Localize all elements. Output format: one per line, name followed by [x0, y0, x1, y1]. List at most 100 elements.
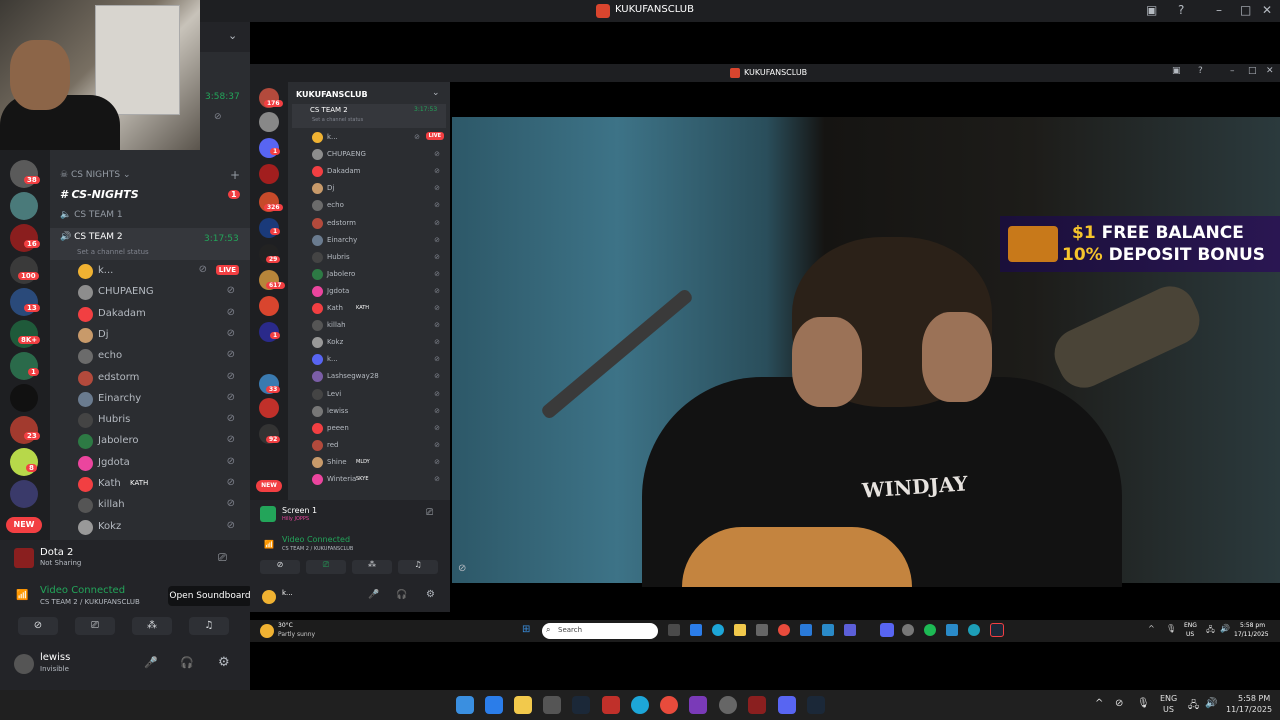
mic-icon[interactable]: 🎙	[1137, 698, 1150, 709]
voice-member[interactable]: CHUPAENG ⊘	[78, 283, 243, 303]
copilot-icon[interactable]	[690, 624, 702, 636]
store-icon[interactable]	[756, 624, 768, 636]
avatar[interactable]	[312, 405, 323, 417]
voice-member[interactable]: Einarchy ⊘	[312, 233, 446, 250]
avatar[interactable]	[78, 519, 93, 535]
voice-member[interactable]: echo ⊘	[78, 347, 243, 367]
edge-icon[interactable]	[631, 696, 649, 714]
voice-member[interactable]: Kath KATH ⊘	[312, 301, 446, 318]
maximize-icon[interactable]: □	[1248, 66, 1257, 76]
avatar[interactable]	[312, 388, 323, 400]
tray-time[interactable]: 5:58 pm	[1240, 622, 1265, 629]
volume-icon[interactable]: 🔊	[1220, 624, 1230, 633]
server-icon[interactable]	[259, 398, 279, 418]
chrome-icon[interactable]	[660, 696, 678, 714]
mic-icon[interactable]: 🎙	[1166, 624, 1176, 633]
avatar[interactable]	[312, 337, 323, 349]
avatar[interactable]	[78, 285, 93, 301]
voice-member[interactable]: Jgdota ⊘	[78, 454, 243, 474]
server-icon[interactable]	[10, 192, 38, 220]
app-icon[interactable]	[822, 624, 834, 636]
avatar[interactable]	[312, 268, 323, 280]
chevron-up-icon[interactable]: ^	[1095, 698, 1103, 709]
steam-icon[interactable]	[807, 696, 825, 714]
channel-status[interactable]: Set a channel status	[77, 248, 149, 256]
voice-member[interactable]: Einarchy ⊘	[78, 390, 243, 410]
tray-region[interactable]: US	[1186, 631, 1194, 638]
avatar[interactable]	[78, 455, 93, 471]
avatar[interactable]	[78, 264, 93, 279]
avatar[interactable]	[312, 303, 323, 314]
avatar[interactable]	[312, 285, 323, 297]
avatar[interactable]	[78, 413, 93, 429]
app-icon[interactable]	[719, 696, 737, 714]
app-icon[interactable]	[689, 696, 707, 714]
mute-icon[interactable]: ⊘	[458, 563, 466, 574]
activities-button[interactable]: ⁂	[352, 560, 392, 574]
close-icon[interactable]: ✕	[1266, 66, 1274, 76]
voice-member[interactable]: Dakadam ⊘	[312, 164, 446, 181]
avatar[interactable]	[78, 434, 93, 450]
voice-member[interactable]: edstorm ⊘	[78, 369, 243, 389]
avatar[interactable]	[14, 654, 34, 674]
server-header[interactable]: KUKUFANSCLUB	[296, 90, 368, 99]
avatar[interactable]	[78, 306, 93, 322]
inner-connection-status[interactable]: Video Connected	[282, 535, 350, 544]
voice-member[interactable]: Lashsegway28 ⊘	[312, 369, 446, 386]
windows-start-icon[interactable]	[456, 696, 474, 714]
discord-icon[interactable]	[778, 696, 796, 714]
edge-icon[interactable]	[712, 624, 724, 636]
chevron-down-icon[interactable]: ⌄	[432, 88, 440, 98]
app-icon[interactable]	[968, 624, 980, 636]
voice-member[interactable]: Dakadam ⊘	[78, 305, 243, 325]
avatar[interactable]	[312, 234, 323, 246]
discord-icon[interactable]	[880, 623, 894, 637]
taskview-icon[interactable]	[668, 624, 680, 636]
server-dropdown[interactable]: ⌄	[200, 22, 250, 52]
app-icon[interactable]	[902, 624, 914, 636]
avatar[interactable]	[78, 477, 93, 492]
avatar[interactable]	[312, 320, 323, 332]
voice-member[interactable]: Jabolero ⊘	[312, 267, 446, 284]
help-icon[interactable]: ?	[1198, 66, 1203, 76]
server-icon[interactable]	[259, 296, 279, 316]
screen-share-icon[interactable]: ▣	[1172, 66, 1181, 76]
steam-icon[interactable]	[990, 623, 1004, 637]
avatar[interactable]	[312, 354, 323, 366]
connection-status[interactable]: Video Connected	[40, 585, 125, 596]
voice-member[interactable]: killah ⊘	[312, 318, 446, 335]
server-icon[interactable]	[259, 164, 279, 184]
inner-channel-status[interactable]: Set a channel status	[312, 117, 363, 123]
voice-member[interactable]: peeen ⊘	[312, 421, 446, 438]
voice-member[interactable]: Hubris ⊘	[312, 250, 446, 267]
headphones-icon[interactable]: 🎧	[180, 656, 194, 669]
avatar[interactable]	[312, 371, 323, 383]
wifi-off-icon[interactable]: ⊘	[1115, 698, 1123, 709]
voice-member[interactable]: Shine MLDY ⊘	[312, 455, 446, 472]
server-icon[interactable]	[10, 480, 38, 508]
chevron-up-icon[interactable]: ^	[1148, 624, 1155, 633]
new-badge[interactable]: NEW	[256, 480, 282, 492]
mic-muted-icon[interactable]: 🎤	[368, 590, 379, 600]
steam-icon[interactable]	[572, 696, 590, 714]
tray-date[interactable]: 17/11/2025	[1234, 631, 1269, 638]
voice-member[interactable]: killah ⊘	[78, 496, 243, 516]
voice-member[interactable]: lewiss ⊘	[312, 404, 446, 421]
avatar[interactable]	[312, 132, 323, 143]
category-header[interactable]: ☠ CS NIGHTS ⌄	[60, 170, 131, 180]
soundboard-button[interactable]: ♫	[189, 617, 229, 635]
voice-member[interactable]: CHUPAENG ⊘	[312, 147, 446, 164]
voice-member[interactable]: Jabolero ⊘	[78, 432, 243, 452]
minimize-icon[interactable]: –	[1230, 66, 1235, 76]
chrome-icon[interactable]	[778, 624, 790, 636]
inner-connection-location[interactable]: CS TEAM 2 / KUKUFANSCLUB	[282, 546, 353, 552]
voice-member[interactable]: Dj ⊘	[78, 326, 243, 346]
add-channel-icon[interactable]: +	[230, 168, 240, 182]
activities-button[interactable]: ⁂	[132, 617, 172, 635]
inner-voice-channel[interactable]: CS TEAM 2	[310, 106, 348, 114]
avatar[interactable]	[78, 370, 93, 386]
avatar[interactable]	[78, 391, 93, 407]
voice-member[interactable]: Dj ⊘	[312, 181, 446, 198]
server-icon[interactable]	[259, 112, 279, 132]
minimize-icon[interactable]: –	[1216, 3, 1222, 17]
